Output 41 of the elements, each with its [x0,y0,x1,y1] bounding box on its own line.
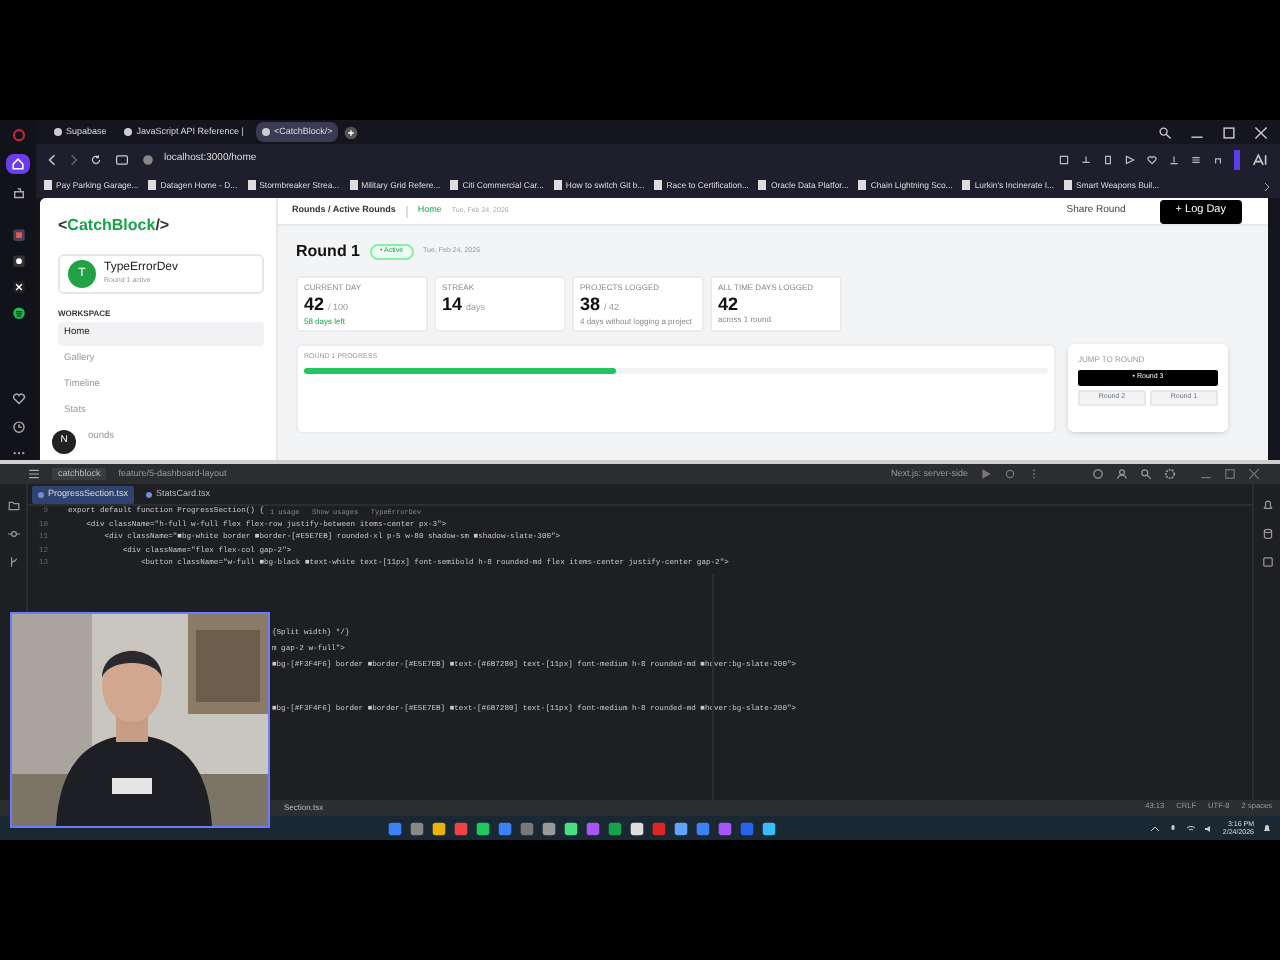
menu-icon[interactable] [1190,153,1202,165]
heart-icon[interactable] [1146,153,1158,165]
branch-icon[interactable] [7,556,19,568]
search-icon[interactable] [1140,468,1152,480]
ai-icon[interactable] [1250,151,1270,167]
chevron-up-icon[interactable] [1150,823,1161,833]
notifications-icon[interactable] [1261,500,1273,512]
music-app-icon[interactable] [9,306,27,321]
back-icon[interactable] [46,153,58,165]
run-icon[interactable] [980,468,992,480]
chevron-right-icon[interactable] [1262,181,1272,191]
database-icon[interactable] [1261,528,1273,540]
download-icon[interactable] [1168,153,1180,165]
user-icon[interactable] [1116,468,1128,480]
folder-icon[interactable] [7,500,19,512]
settings-icon[interactable] [1164,468,1176,480]
app-logo: <CatchBlock/> [58,214,172,238]
play-icon[interactable] [1124,153,1136,165]
extensions-icon[interactable] [9,185,27,200]
commit-icon[interactable] [7,528,19,540]
round-title: Round 1 [296,240,360,264]
new-tab-icon[interactable] [344,125,359,139]
stat-value: 14 [442,294,463,314]
close-icon[interactable] [1254,125,1268,139]
history-icon[interactable] [9,419,27,434]
main-menu-icon[interactable] [28,468,40,480]
volume-icon[interactable] [1204,823,1215,833]
reload-icon[interactable] [90,153,102,165]
search-icon[interactable] [1158,125,1172,139]
stat-value: 42 [718,294,739,314]
app-icon[interactable] [9,280,27,295]
forward-icon[interactable] [68,153,80,165]
home-icon[interactable] [6,154,30,174]
heart-icon[interactable] [9,392,27,408]
wifi-icon[interactable] [1186,823,1197,833]
notification-icon[interactable] [1262,823,1272,833]
stat-value: 38 [580,294,601,314]
opera-logo-icon[interactable] [9,128,27,143]
stat-value: 42 [304,294,325,314]
app-icon[interactable] [9,254,27,269]
maximize-icon[interactable] [1222,125,1236,139]
